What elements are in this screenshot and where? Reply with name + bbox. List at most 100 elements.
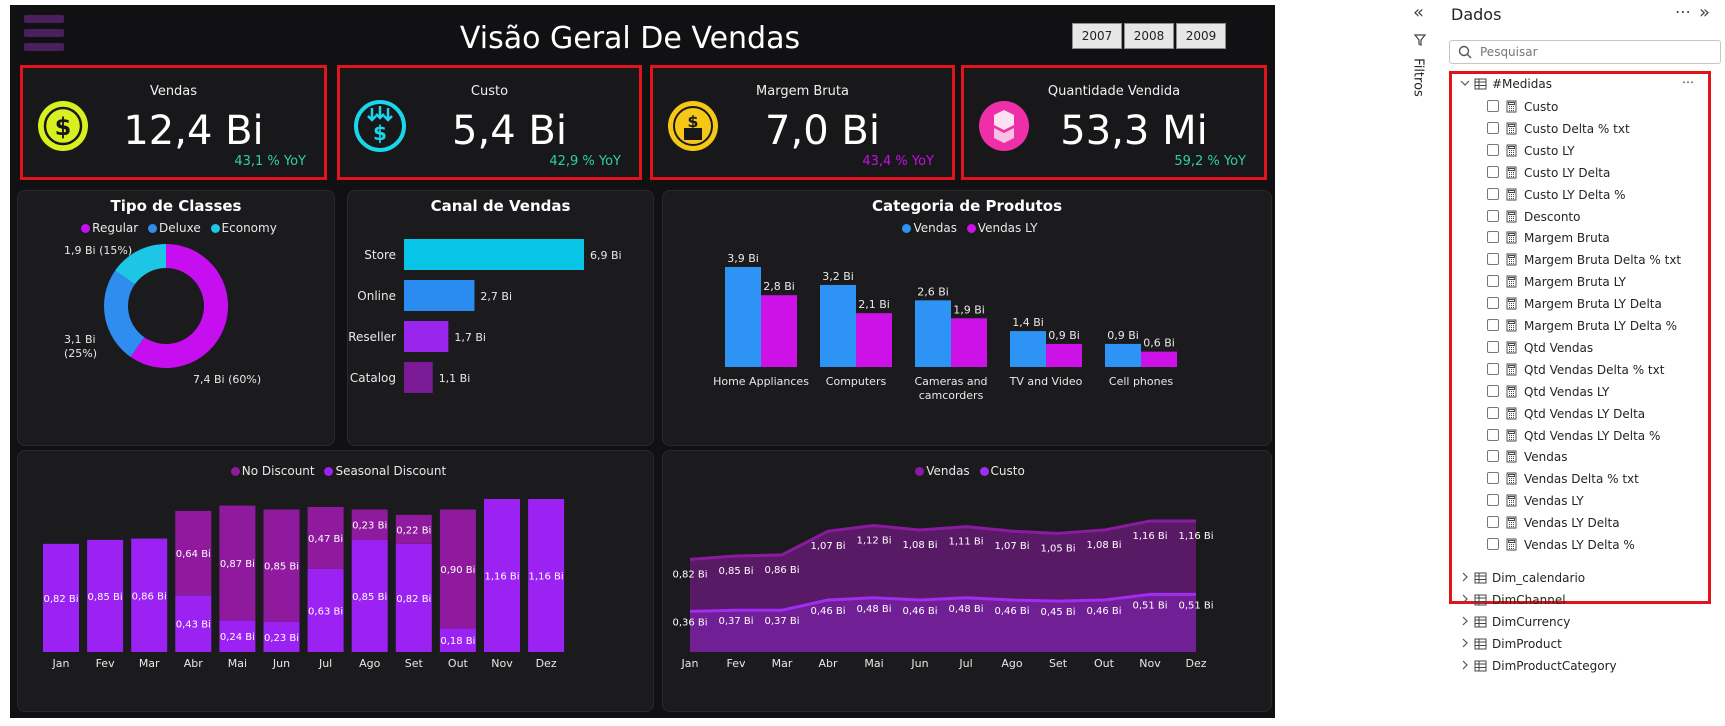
tree-measure-item[interactable]: Desconto (1487, 206, 1719, 228)
tree-measure-item[interactable]: Qtd Vendas LY Delta (1487, 403, 1719, 425)
measure-checkbox[interactable] (1487, 143, 1499, 156)
measure-checkbox[interactable] (1487, 472, 1499, 485)
category-bar (725, 267, 761, 367)
tree-measure-item[interactable]: Qtd Vendas LY (1487, 381, 1719, 403)
kpi-card-margem-bruta[interactable]: $ Margem Bruta 7,0 Bi 43,4 % YoY (650, 65, 955, 180)
kpi-title: Margem Bruta (756, 84, 849, 99)
measure-checkbox[interactable] (1487, 100, 1499, 112)
measure-checkbox[interactable] (1487, 494, 1499, 507)
year-button-2008[interactable]: 2008 (1124, 23, 1174, 49)
data-label: 0,37 Bi (764, 616, 799, 627)
chevron-right-icon[interactable] (1460, 660, 1470, 670)
tree-measure-item[interactable]: Qtd Vendas LY Delta % (1487, 425, 1719, 447)
kpi-card-quantidade-vendida[interactable]: Quantidade Vendida 53,3 Mi 59,2 % YoY (961, 65, 1267, 180)
chevron-down-icon[interactable] (1460, 78, 1470, 88)
measure-checkbox[interactable] (1487, 362, 1499, 375)
search-input[interactable] (1480, 43, 1710, 61)
chevron-right-icon[interactable] (1460, 572, 1470, 582)
more-options-icon[interactable]: ⋯ (1682, 75, 1694, 89)
measure-checkbox[interactable] (1487, 121, 1499, 134)
tree-table-item[interactable]: DimChannel (1460, 589, 1719, 611)
kpi-card-vendas[interactable]: $ Vendas 12,4 Bi 43,1 % YoY (20, 65, 327, 180)
tree-table-item[interactable]: Dim_calendario (1460, 567, 1719, 589)
tree-label: Qtd Vendas LY (1524, 384, 1610, 399)
data-label: 1,11 Bi (948, 537, 983, 548)
measure-checkbox[interactable] (1487, 340, 1499, 353)
month-label: Out (1094, 657, 1115, 670)
measure-checkbox[interactable] (1487, 165, 1499, 178)
tree-label: DimProduct (1492, 636, 1562, 651)
tree-measure-item[interactable]: Vendas LY Delta % (1487, 534, 1719, 556)
year-button-2007[interactable]: 2007 (1072, 23, 1122, 49)
month-label: Set (1049, 657, 1068, 670)
calculator-icon (1506, 472, 1517, 485)
measure-checkbox[interactable] (1487, 231, 1499, 244)
chevron-right-icon[interactable] (1460, 616, 1470, 626)
tree-measure-item[interactable]: Custo Delta % txt (1487, 118, 1719, 140)
chevron-right-icon[interactable] (1460, 638, 1470, 648)
measure-checkbox[interactable] (1487, 428, 1499, 441)
measure-checkbox[interactable] (1487, 275, 1499, 288)
measure-checkbox[interactable] (1487, 319, 1499, 331)
tree-measure-item[interactable]: Margem Bruta (1487, 227, 1719, 249)
data-label: 2,6 Bi (917, 285, 949, 298)
tree-measure-item[interactable]: Margem Bruta LY (1487, 271, 1719, 293)
data-label: 3,9 Bi (727, 252, 759, 265)
data-label: 0,48 Bi (948, 604, 983, 615)
calculator-icon (1506, 385, 1517, 398)
more-options-icon[interactable]: ⋯ (1675, 2, 1691, 21)
menu-icon-bar[interactable] (24, 29, 64, 37)
tree-measure-item[interactable]: Qtd Vendas (1487, 337, 1719, 359)
data-label: 0,47 Bi (308, 534, 343, 545)
tree-table-item[interactable]: DimProduct (1460, 633, 1719, 655)
kpi-title: Quantidade Vendida (1047, 84, 1181, 99)
expand-icon[interactable]: « (1413, 2, 1424, 23)
filters-label[interactable]: Filtros (1411, 53, 1426, 103)
filters-pane-collapsed[interactable]: « Filtros (1405, 0, 1431, 726)
measure-checkbox[interactable] (1487, 187, 1499, 200)
tree-measure-item[interactable]: Margem Bruta Delta % txt (1487, 249, 1719, 271)
year-button-2009[interactable]: 2009 (1176, 23, 1226, 49)
tree-measure-item[interactable]: Margem Bruta LY Delta % (1487, 315, 1719, 337)
panel-discount-by-month: No Discount Seasonal Discount 0,82 Bi Jan… (17, 450, 654, 712)
tree-table-medidas[interactable]: #Medidas ⋯ (1460, 73, 1719, 95)
measure-checkbox[interactable] (1487, 297, 1499, 310)
tree-measure-item[interactable]: Vendas (1487, 446, 1719, 468)
tree-label: Vendas (1524, 450, 1568, 465)
data-label: 1,9 Bi (953, 303, 985, 316)
month-label: Jan (681, 657, 699, 670)
month-label: Nov (1139, 657, 1161, 670)
measure-checkbox[interactable] (1487, 384, 1499, 397)
tree-measure-item[interactable]: Vendas LY (1487, 490, 1719, 512)
month-label: Abr (818, 657, 838, 670)
kpi-card-custo[interactable]: $ Custo 5,4 Bi 42,9 % YoY (337, 65, 642, 180)
data-label: 2,8 Bi (763, 280, 795, 293)
tree-measure-item[interactable]: Qtd Vendas Delta % txt (1487, 359, 1719, 381)
measure-checkbox[interactable] (1487, 516, 1499, 529)
calculator-icon (1506, 122, 1517, 135)
menu-icon-bar[interactable] (24, 15, 64, 23)
measure-checkbox[interactable] (1487, 209, 1499, 222)
tree-measure-item[interactable]: Custo LY Delta % (1487, 184, 1719, 206)
panel-vendas-custo-by-month: Vendas Custo 0,82 Bi 0,36 Bi Jan 0,85 Bi 0,3… (662, 450, 1272, 712)
tree-measure-item[interactable]: Vendas LY Delta (1487, 512, 1719, 534)
data-label: 1,4 Bi (1012, 316, 1044, 329)
tree-measure-item[interactable]: Custo (1487, 96, 1719, 118)
tree-measure-item[interactable]: Custo LY (1487, 140, 1719, 162)
tree-table-item[interactable]: DimCurrency (1460, 611, 1719, 633)
collapse-pane-icon[interactable]: » (1699, 2, 1710, 23)
chevron-right-icon[interactable] (1460, 594, 1470, 604)
tree-measure-item[interactable]: Custo LY Delta (1487, 162, 1719, 184)
category-label: Home Appliances (713, 375, 809, 388)
measure-checkbox[interactable] (1487, 253, 1499, 266)
search-box[interactable] (1449, 40, 1721, 64)
tree-measure-item[interactable]: Margem Bruta LY Delta (1487, 293, 1719, 315)
tree-table-item[interactable]: DimProductCategory (1460, 655, 1719, 677)
menu-icon-bar[interactable] (24, 43, 64, 51)
category-bar-chart: 3,9 Bi 2,8 Bi Home Appliances 3,2 Bi 2,1 Bi C… (713, 252, 1177, 402)
measure-checkbox[interactable] (1487, 450, 1499, 463)
tree-label: Qtd Vendas (1524, 340, 1594, 355)
tree-measure-item[interactable]: Vendas Delta % txt (1487, 468, 1719, 490)
measure-checkbox[interactable] (1487, 538, 1499, 550)
measure-checkbox[interactable] (1487, 406, 1499, 419)
